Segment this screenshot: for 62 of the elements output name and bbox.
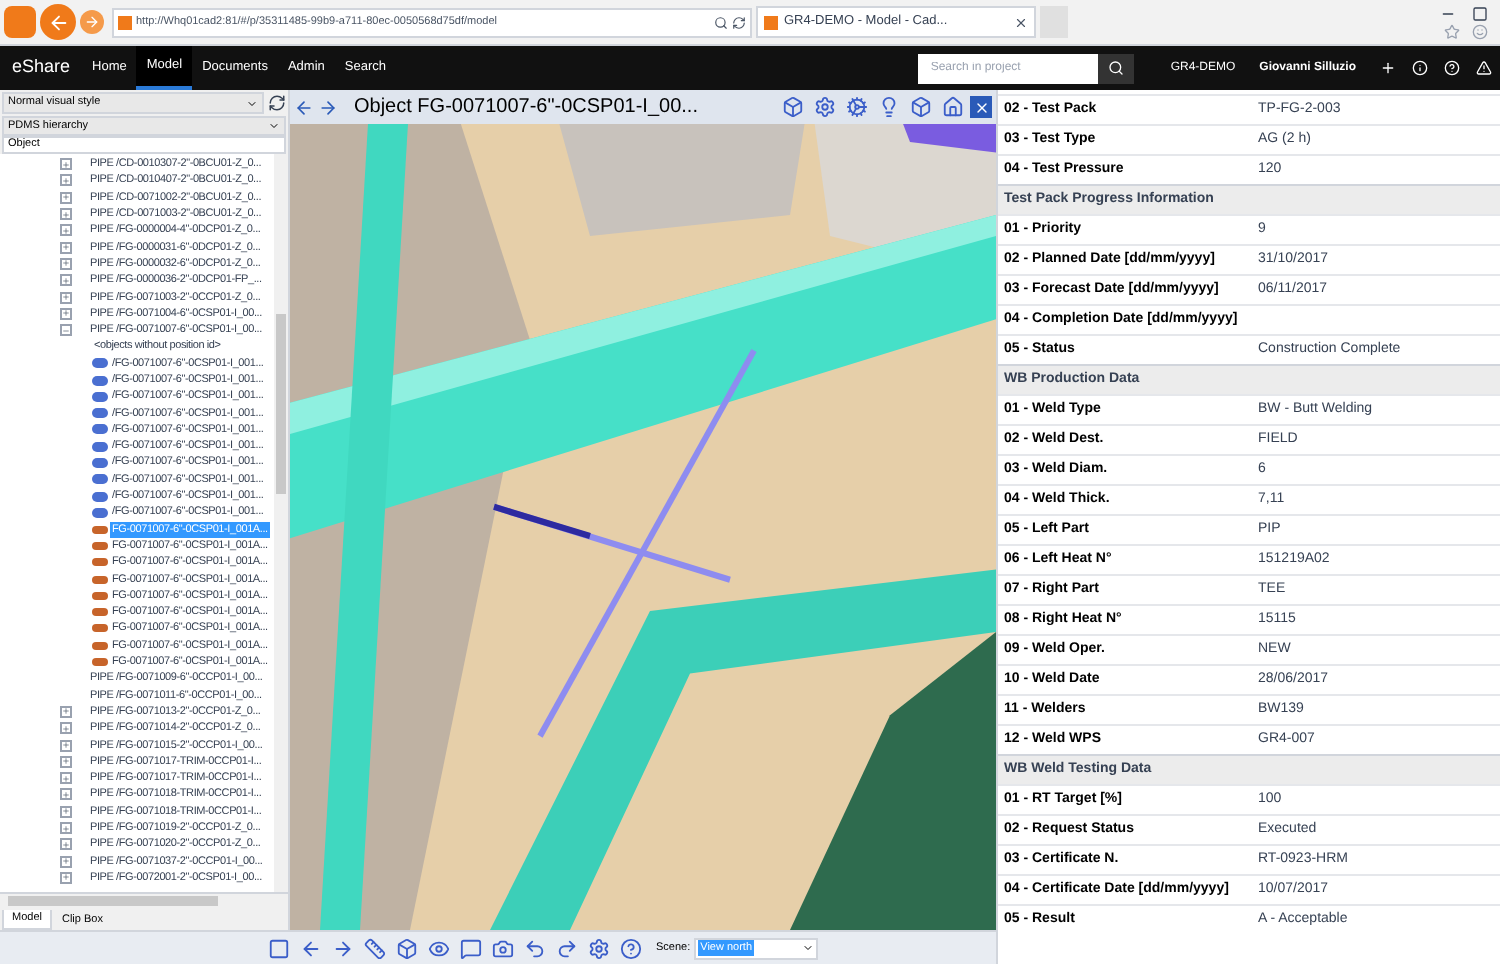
search-icon xyxy=(1108,60,1125,76)
expand-icon[interactable] xyxy=(60,739,72,752)
object-title: Object FG-0071007-6"-0CSP01-I_00... xyxy=(354,94,698,122)
expand-icon[interactable] xyxy=(60,291,72,304)
expand-icon[interactable] xyxy=(60,822,72,835)
expand-icon[interactable] xyxy=(60,838,72,851)
star-icon[interactable] xyxy=(1444,23,1460,39)
eye-icon[interactable] xyxy=(427,937,449,959)
back-arrow-icon[interactable] xyxy=(299,937,321,959)
forward-arrow-icon[interactable] xyxy=(331,937,353,959)
forward-arrow-icon xyxy=(84,14,100,30)
redo-icon[interactable] xyxy=(555,937,577,959)
info-icon[interactable] xyxy=(1412,60,1428,76)
undo-icon[interactable] xyxy=(523,937,545,959)
refresh-icon[interactable] xyxy=(268,94,286,112)
expand-icon[interactable] xyxy=(60,871,72,884)
expand-icon[interactable] xyxy=(60,805,72,818)
refresh-icon[interactable] xyxy=(732,15,746,29)
expand-icon[interactable] xyxy=(60,241,72,254)
camera-icon[interactable] xyxy=(491,937,513,959)
app-logo-icon xyxy=(4,6,36,38)
expand-icon[interactable] xyxy=(60,174,72,187)
home-icon[interactable] xyxy=(941,96,963,118)
horizontal-scrollbar[interactable] xyxy=(0,892,288,908)
expand-icon[interactable] xyxy=(60,307,72,320)
forward-arrow-icon[interactable] xyxy=(318,97,338,117)
search-button[interactable] xyxy=(1098,53,1135,83)
close-icon xyxy=(973,99,989,115)
collapse-icon[interactable] xyxy=(60,324,72,337)
settings-icon[interactable] xyxy=(587,937,609,959)
expand-icon[interactable] xyxy=(60,772,72,785)
expand-icon[interactable] xyxy=(60,788,72,801)
tab-favicon-icon xyxy=(764,15,778,29)
page-icon xyxy=(118,15,132,29)
comment-icon[interactable] xyxy=(459,937,481,959)
dropdown-caret-icon xyxy=(802,942,815,954)
search-icon[interactable] xyxy=(714,15,728,29)
back-button[interactable] xyxy=(40,4,76,40)
lightbulb-icon[interactable] xyxy=(877,96,899,118)
expand-icon[interactable] xyxy=(60,855,72,868)
expand-icon[interactable] xyxy=(60,224,72,237)
close-button[interactable] xyxy=(970,96,992,118)
expand-icon[interactable] xyxy=(60,208,72,221)
cube-icon[interactable] xyxy=(395,937,417,959)
expand-icon[interactable] xyxy=(60,755,72,768)
expand-icon[interactable] xyxy=(60,257,72,270)
expand-icon[interactable] xyxy=(60,191,72,204)
cube-icon[interactable] xyxy=(909,96,931,118)
cube-icon[interactable] xyxy=(781,96,803,118)
brand-name: eShare xyxy=(10,54,73,81)
expand-icon[interactable] xyxy=(60,722,72,735)
expand-icon[interactable] xyxy=(60,705,72,718)
expand-icon[interactable] xyxy=(60,274,72,287)
add-icon[interactable] xyxy=(1380,60,1396,76)
maximize-icon[interactable] xyxy=(1472,5,1488,21)
window-icon[interactable] xyxy=(267,937,289,959)
back-arrow-icon xyxy=(47,11,69,33)
expand-icon[interactable] xyxy=(60,158,72,171)
back-arrow-icon[interactable] xyxy=(294,97,314,117)
close-icon[interactable] xyxy=(1014,15,1028,29)
warning-icon[interactable] xyxy=(1476,60,1492,76)
vertical-scrollbar[interactable] xyxy=(274,154,288,892)
